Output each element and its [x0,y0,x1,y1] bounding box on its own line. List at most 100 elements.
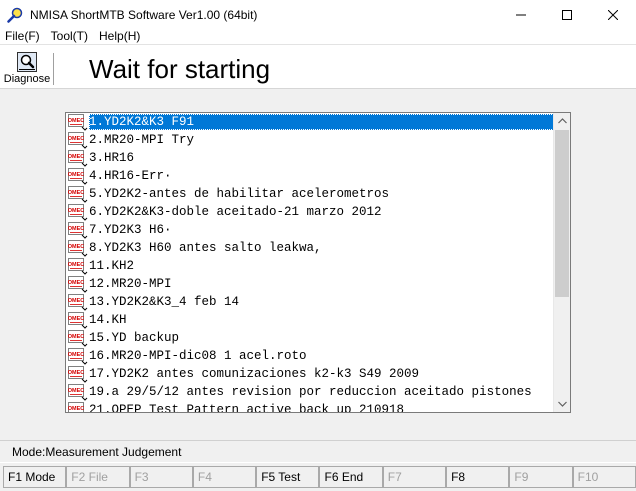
fkey-button-f3[interactable]: F3 [129,466,193,488]
diagnose-icon [17,52,37,72]
omec-file-icon: OMEC [68,113,88,131]
omec-file-icon: OMEC [68,203,88,221]
diagnose-label: Diagnose [3,73,51,85]
vertical-scrollbar[interactable] [553,113,570,412]
close-button[interactable] [590,0,636,29]
omec-file-icon: OMEC [68,131,88,149]
list-item-label: 5.YD2K2-antes de habilitar acelerometros [89,187,390,201]
omec-icon-text: OMEC [68,280,84,286]
minimize-button[interactable] [498,0,544,29]
file-list: OMEC 1.YD2K2&K3 F91 OMEC 2.MR20-MPI Try OMEC… [66,113,554,412]
omec-icon-text: OMEC [68,208,84,214]
window-title: NMISA ShortMTB Software Ver1.00 (64bit) [30,7,258,22]
fkey-button-f7[interactable]: F7 [382,466,447,488]
scroll-up-button[interactable] [554,113,570,129]
status-title: Wait for starting [89,54,271,84]
omec-icon-text: OMEC [68,298,84,304]
list-item[interactable]: OMEC 3.HR16 [66,149,554,167]
list-item[interactable]: OMEC 8.YD2K3 H60 antes salto leakwa, [66,239,554,257]
list-item[interactable]: OMEC 15.YD backup [66,329,554,347]
list-item-label: 3.HR16 [89,151,135,165]
omec-file-icon: OMEC [68,329,88,347]
omec-file-icon: OMEC [68,365,88,383]
omec-icon-text: OMEC [68,172,84,178]
omec-icon-text: OMEC [68,190,84,196]
fkey-button-f9[interactable]: F9 [509,466,573,488]
list-item-label: 15.YD backup [89,331,180,345]
omec-icon-text: OMEC [68,154,84,160]
list-item[interactable]: OMEC 12.MR20-MPI [66,275,554,293]
list-item-label: 12.MR20-MPI [89,277,172,291]
omec-file-icon: OMEC [68,293,88,311]
list-item-label: 16.MR20-MPI-dic08 1 acel.roto [89,349,307,363]
menu-help[interactable]: Help(H) [94,29,146,44]
list-item[interactable]: OMEC 13.YD2K2&K3_4 feb 14 [66,293,554,311]
file-listbox[interactable]: OMEC 1.YD2K2&K3 F91 OMEC 2.MR20-MPI Try OMEC… [65,112,571,413]
fkey-button-f8[interactable]: F8 [446,466,510,488]
fkey-button-f2[interactable]: F2 File [66,466,130,488]
omec-icon-text: OMEC [68,226,84,232]
omec-file-icon: OMEC [68,383,88,401]
omec-file-icon: OMEC [68,185,88,203]
fkey-button-f6[interactable]: F6 End [319,466,383,488]
list-item-label: 2.MR20-MPI Try [89,133,195,147]
scrollbar-thumb[interactable] [555,130,569,297]
list-item[interactable]: OMEC 5.YD2K2-antes de habilitar acelerome… [66,185,554,203]
fkey-button-f1[interactable]: F1 Mode [3,466,67,488]
list-item[interactable]: OMEC 19.a 29/5/12 antes revision por redu… [66,383,554,401]
minimize-icon [516,14,526,15]
list-item[interactable]: OMEC 17.YD2K2 antes comunizaciones k2-k3 … [66,365,554,383]
list-item[interactable]: OMEC 21.OPEP Test Pattern active back up … [66,401,554,412]
omec-icon-text: OMEC [68,334,84,340]
omec-file-icon: OMEC [68,149,88,167]
omec-file-icon: OMEC [68,239,88,257]
omec-file-icon: OMEC [68,311,88,329]
toolbar: Diagnose Wait for starting [0,44,636,88]
omec-icon-text: OMEC [68,352,84,358]
omec-file-icon: OMEC [68,401,84,412]
list-item[interactable]: OMEC 11.KH2 [66,257,554,275]
title-bar: NMISA ShortMTB Software Ver1.00 (64bit) [0,0,636,29]
function-key-bar: F1 Mode F2 File F3 F4 F5 Test F6 End F7 F8 F9 F10 [0,463,636,491]
fkey-button-f5[interactable]: F5 Test [256,466,320,488]
omec-file-icon: OMEC [68,221,88,239]
mode-bar: Mode:Measurement Judgement [0,440,636,462]
list-item-label: 19.a 29/5/12 antes revision por reduccio… [89,385,532,399]
omec-file-icon: OMEC [68,275,88,293]
fkey-button-f10[interactable]: F10 [572,466,636,488]
maximize-button[interactable] [544,0,590,29]
app-magnifier-icon [7,7,23,23]
omec-file-icon: OMEC [68,347,88,365]
list-item[interactable]: OMEC 4.HR16-Err· [66,167,554,185]
diagnose-button[interactable]: Diagnose [3,48,51,88]
scroll-down-button[interactable] [554,396,570,412]
list-item[interactable]: OMEC 14.KH [66,311,554,329]
omec-icon-text: OMEC [68,262,84,268]
menu-bar: File(F) Tool(T) Help(H) [0,29,636,44]
menu-tool[interactable]: Tool(T) [46,29,94,44]
list-item[interactable]: OMEC 16.MR20-MPI-dic08 1 acel.roto [66,347,554,365]
list-item-label: 17.YD2K2 antes comunizaciones k2-k3 S49 … [89,367,420,381]
mode-status: Mode:Measurement Judgement [12,444,182,459]
omec-icon-text: OMEC [68,316,84,322]
list-item[interactable]: OMEC 7.YD2K3 H6· [66,221,554,239]
list-item-label: 4.HR16-Err· [89,169,172,183]
list-item[interactable]: OMEC 1.YD2K2&K3 F91 [66,113,554,131]
omec-icon-text: OMEC [68,118,84,124]
list-item-label: 11.KH2 [89,259,135,273]
fkey-button-f4[interactable]: F4 [192,466,257,488]
toolbar-separator [53,53,55,85]
list-item[interactable]: OMEC 2.MR20-MPI Try [66,131,554,149]
omec-icon-text: OMEC [68,406,84,412]
close-icon [608,9,618,20]
omec-file-icon: OMEC [68,167,88,185]
list-item-label: 1.YD2K2&K3 F91 [89,114,554,130]
omec-icon-text: OMEC [68,136,84,142]
list-item-label: 13.YD2K2&K3_4 feb 14 [89,295,240,309]
list-item[interactable]: OMEC 6.YD2K2&K3-doble aceitado-21 marzo 2… [66,203,554,221]
menu-file[interactable]: File(F) [0,29,46,44]
list-item-label: 6.YD2K2&K3-doble aceitado-21 marzo 2012 [89,205,382,219]
chevron-down-icon [557,401,567,407]
chevron-up-icon [557,118,567,124]
maximize-icon [562,9,572,20]
